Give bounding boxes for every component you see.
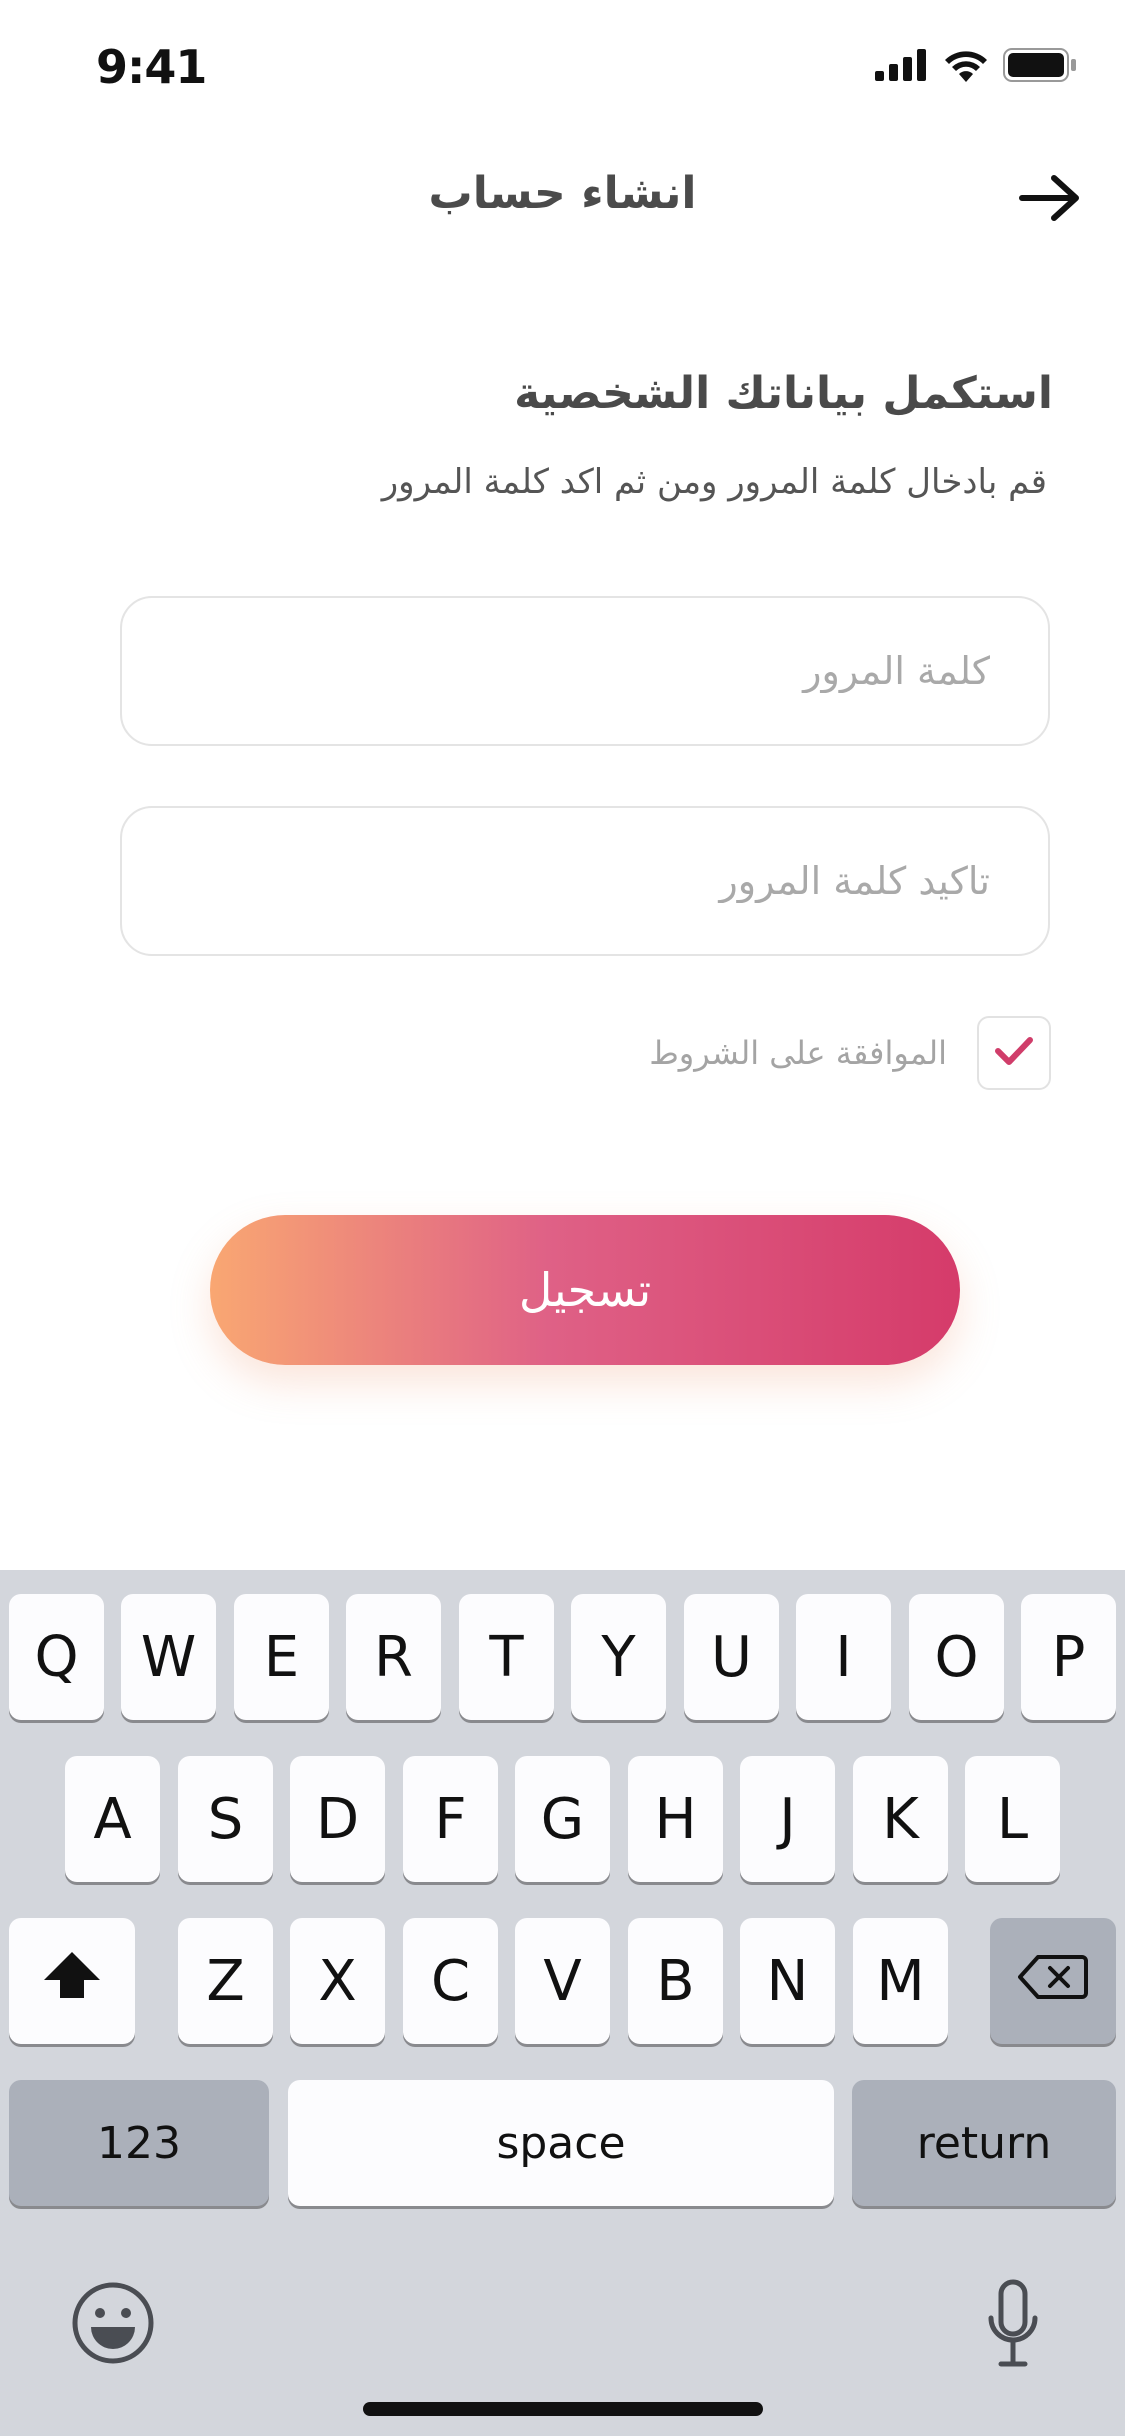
arrow-right-icon [1018,174,1082,226]
key-v[interactable]: V [515,1918,610,2044]
key-s[interactable]: S [178,1756,273,1882]
key-p[interactable]: P [1021,1594,1116,1720]
keyboard: Q W E R T Y U I O P A S D F G H J K L Z … [0,1570,1125,2436]
key-x[interactable]: X [290,1918,385,2044]
emoji-button[interactable] [70,2282,156,2368]
key-n[interactable]: N [740,1918,835,2044]
shift-icon [42,1949,102,2014]
backspace-key[interactable] [990,1918,1116,2044]
key-h[interactable]: H [628,1756,723,1882]
status-icons [875,48,1077,86]
page-title: انشاء حساب [428,168,697,219]
terms-row: الموافقة على الشروط [649,1016,1051,1090]
key-z[interactable]: Z [178,1918,273,2044]
key-m[interactable]: M [853,1918,948,2044]
microphone-icon [985,2278,1041,2374]
key-a[interactable]: A [65,1756,160,1882]
return-key[interactable]: return [852,2080,1116,2206]
home-indicator [363,2402,763,2416]
shift-key[interactable] [9,1918,135,2044]
microphone-button[interactable] [980,2278,1046,2374]
key-g[interactable]: G [515,1756,610,1882]
key-t[interactable]: T [459,1594,554,1720]
form-subtitle: قم بادخال كلمة المرور ومن ثم اكد كلمة ال… [381,462,1047,502]
key-e[interactable]: E [234,1594,329,1720]
signal-icon [875,49,929,85]
space-key[interactable]: space [288,2080,834,2206]
password-input[interactable] [122,598,1048,744]
emoji-icon [71,2281,155,2369]
key-d[interactable]: D [290,1756,385,1882]
form-title: استكمل بياناتك الشخصية [514,368,1053,419]
backspace-icon [1018,1949,1088,2014]
confirm-password-input[interactable] [122,808,1048,954]
key-u[interactable]: U [684,1594,779,1720]
key-q[interactable]: Q [9,1594,104,1720]
status-time: 9:41 [96,40,207,94]
key-r[interactable]: R [346,1594,441,1720]
status-bar: 9:41 [0,0,1125,132]
terms-label: الموافقة على الشروط [649,1034,947,1072]
key-y[interactable]: Y [571,1594,666,1720]
battery-icon [1003,48,1077,86]
key-b[interactable]: B [628,1918,723,2044]
wifi-icon [943,48,989,86]
key-c[interactable]: C [403,1918,498,2044]
checkmark-icon [994,1035,1034,1071]
key-j[interactable]: J [740,1756,835,1882]
key-o[interactable]: O [909,1594,1004,1720]
key-l[interactable]: L [965,1756,1060,1882]
register-button[interactable]: تسجيل [210,1215,960,1365]
key-f[interactable]: F [403,1756,498,1882]
key-w[interactable]: W [121,1594,216,1720]
password-field-container [120,596,1050,746]
key-k[interactable]: K [853,1756,948,1882]
key-i[interactable]: I [796,1594,891,1720]
numbers-key[interactable]: 123 [9,2080,269,2206]
terms-checkbox[interactable] [977,1016,1051,1090]
confirm-password-field-container [120,806,1050,956]
back-button[interactable] [1010,170,1090,230]
